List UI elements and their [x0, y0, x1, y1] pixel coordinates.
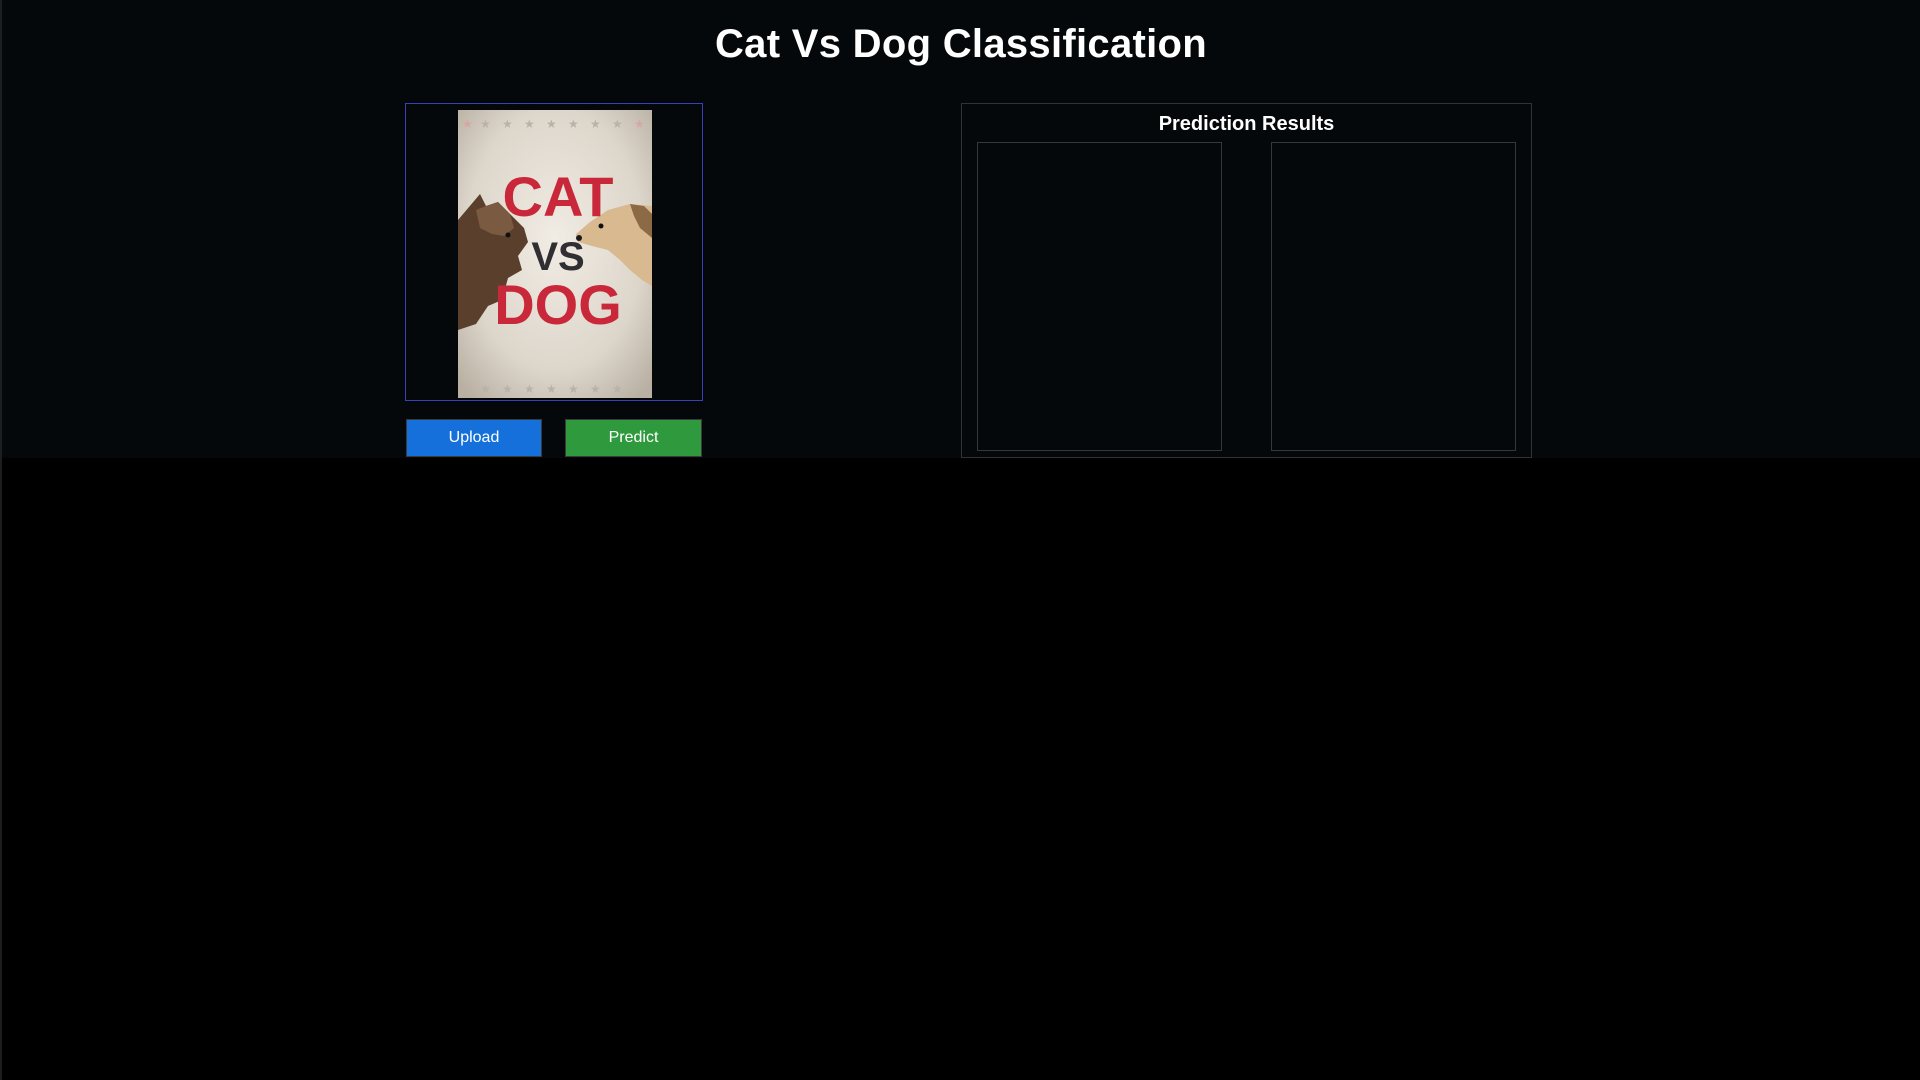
- page-title: Cat Vs Dog Classification: [714, 22, 1208, 66]
- svg-text:★: ★: [590, 117, 601, 131]
- svg-text:★: ★: [502, 382, 513, 396]
- svg-text:★: ★: [590, 382, 601, 396]
- result-box-2: [1271, 142, 1516, 451]
- svg-text:★: ★: [612, 117, 623, 131]
- svg-text:★: ★: [568, 382, 579, 396]
- results-title: Prediction Results: [1158, 113, 1335, 135]
- svg-text:★: ★: [546, 382, 557, 396]
- svg-text:★: ★: [480, 117, 491, 131]
- svg-text:★: ★: [502, 117, 513, 131]
- image-preview-panel: ★ ★ ★ ★ ★ ★ ★ ★ ★ ★ ★ ★ ★ ★ ★ ★ CAT VS D…: [405, 103, 703, 401]
- prediction-results-panel: Prediction Results: [961, 103, 1532, 458]
- poster-text-cat: CAT: [503, 165, 614, 228]
- app-container: Cat Vs Dog Classification ★ ★ ★ ★ ★ ★ ★: [2, 0, 1920, 458]
- svg-text:★: ★: [480, 382, 491, 396]
- svg-text:★: ★: [524, 117, 535, 131]
- svg-text:★: ★: [546, 117, 557, 131]
- svg-text:★: ★: [612, 382, 623, 396]
- svg-text:★: ★: [462, 117, 473, 131]
- result-box-1: [977, 142, 1222, 451]
- svg-text:★: ★: [634, 117, 645, 131]
- predict-button[interactable]: Predict: [565, 419, 702, 457]
- poster-text-dog: DOG: [494, 273, 622, 336]
- upload-button[interactable]: Upload: [406, 419, 542, 457]
- svg-text:★: ★: [568, 117, 579, 131]
- uploaded-image: ★ ★ ★ ★ ★ ★ ★ ★ ★ ★ ★ ★ ★ ★ ★ ★ CAT VS D…: [458, 110, 652, 398]
- svg-text:★: ★: [524, 382, 535, 396]
